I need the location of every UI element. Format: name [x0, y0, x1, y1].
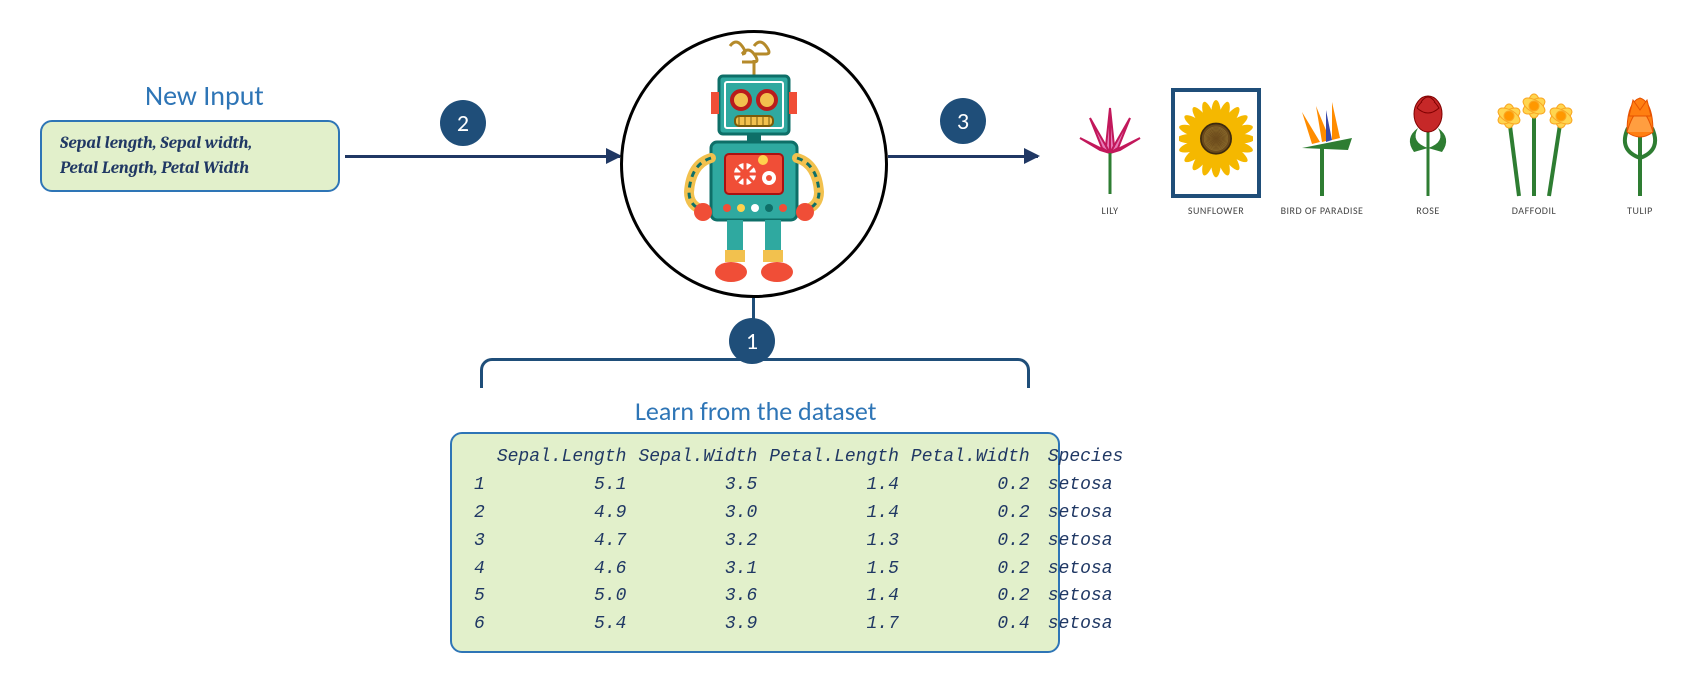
- table-row: 44.63.11.50.2setosa: [468, 556, 1129, 584]
- cell-petal-length: 1.4: [763, 472, 905, 500]
- cell-sepal-length: 4.7: [491, 528, 633, 556]
- learn-title: Learn from the dataset: [0, 395, 1703, 427]
- output-flowers: LILY SUNFLOWER BIRD OF PARADISE ROSE DAFFODI…: [1060, 88, 1690, 217]
- robot-icon: [669, 38, 839, 288]
- cell-petal-width: 0.4: [905, 611, 1036, 639]
- cell-petal-length: 1.7: [763, 611, 905, 639]
- cell-species: setosa: [1036, 556, 1130, 584]
- cell-sepal-length: 4.9: [491, 500, 633, 528]
- dataset-header-row: Sepal.Length Sepal.Width Petal.Length Pe…: [468, 444, 1129, 472]
- cell-species: setosa: [1036, 583, 1130, 611]
- cell-species: setosa: [1036, 611, 1130, 639]
- row-index: 3: [468, 528, 491, 556]
- brace-stem: [752, 298, 755, 320]
- flower-daffodil: DAFFODIL: [1484, 88, 1584, 217]
- col-petal-length: Petal.Length: [763, 444, 905, 472]
- flower-icon: [1489, 88, 1579, 198]
- cell-petal-width: 0.2: [905, 500, 1036, 528]
- cell-species: setosa: [1036, 528, 1130, 556]
- arrow-model-to-output: [888, 155, 1038, 158]
- cell-species: setosa: [1036, 472, 1130, 500]
- cell-species: setosa: [1036, 500, 1130, 528]
- flower-icon: [1171, 88, 1261, 198]
- cell-petal-width: 0.2: [905, 528, 1036, 556]
- cell-sepal-width: 3.2: [632, 528, 763, 556]
- row-index: 5: [468, 583, 491, 611]
- cell-petal-width: 0.2: [905, 472, 1036, 500]
- col-sepal-length: Sepal.Length: [491, 444, 633, 472]
- learn-title-text: Learn from the dataset: [635, 395, 876, 427]
- cell-sepal-width: 3.6: [632, 583, 763, 611]
- cell-sepal-width: 3.5: [632, 472, 763, 500]
- flower-label: DAFFODIL: [1512, 204, 1556, 217]
- row-index: 1: [468, 472, 491, 500]
- table-row: 65.43.91.70.4setosa: [468, 611, 1129, 639]
- cell-petal-width: 0.2: [905, 583, 1036, 611]
- cell-sepal-width: 3.9: [632, 611, 763, 639]
- cell-sepal-width: 3.0: [632, 500, 763, 528]
- flower-label: ROSE: [1416, 204, 1439, 217]
- flower-icon: [1065, 88, 1155, 198]
- cell-petal-length: 1.4: [763, 500, 905, 528]
- table-row: 34.73.21.30.2setosa: [468, 528, 1129, 556]
- dataset-table: Sepal.Length Sepal.Width Petal.Length Pe…: [468, 444, 1129, 639]
- flower-label: SUNFLOWER: [1188, 204, 1244, 217]
- flower-lily: LILY: [1060, 88, 1160, 217]
- table-row: 24.93.01.40.2setosa: [468, 500, 1129, 528]
- input-features-line2: Petal Length, Petal Width: [60, 157, 320, 182]
- cell-sepal-length: 4.6: [491, 556, 633, 584]
- row-index: 2: [468, 500, 491, 528]
- col-petal-width: Petal.Width: [905, 444, 1036, 472]
- flower-label: LILY: [1102, 204, 1119, 217]
- model-circle: [620, 30, 888, 298]
- step-badge-3: 3: [940, 98, 986, 144]
- flower-label: TULIP: [1627, 204, 1653, 217]
- curly-brace: [480, 358, 1030, 388]
- flower-icon: [1383, 88, 1473, 198]
- flower-label: BIRD OF PARADISE: [1281, 204, 1364, 217]
- row-index: 6: [468, 611, 491, 639]
- flower-rose: ROSE: [1378, 88, 1478, 217]
- col-sepal-width: Sepal.Width: [632, 444, 763, 472]
- table-row: 15.13.51.40.2setosa: [468, 472, 1129, 500]
- cell-sepal-width: 3.1: [632, 556, 763, 584]
- flower-tulip: TULIP: [1590, 88, 1690, 217]
- flower-sunflower: SUNFLOWER: [1166, 88, 1266, 217]
- cell-petal-width: 0.2: [905, 556, 1036, 584]
- cell-sepal-length: 5.0: [491, 583, 633, 611]
- cell-petal-length: 1.3: [763, 528, 905, 556]
- table-row: 55.03.61.40.2setosa: [468, 583, 1129, 611]
- new-input-title: New Input: [145, 78, 264, 113]
- cell-sepal-length: 5.4: [491, 611, 633, 639]
- row-index: 4: [468, 556, 491, 584]
- new-input-box: Sepal length, Sepal width, Petal Length,…: [40, 120, 340, 192]
- step-badge-2: 2: [440, 100, 486, 146]
- arrow-input-to-model: [345, 155, 620, 158]
- col-species: Species: [1036, 444, 1130, 472]
- cell-petal-length: 1.4: [763, 583, 905, 611]
- cell-sepal-length: 5.1: [491, 472, 633, 500]
- dataset-panel: Sepal.Length Sepal.Width Petal.Length Pe…: [450, 432, 1060, 653]
- flower-icon: [1595, 88, 1685, 198]
- flower-icon: [1277, 88, 1367, 198]
- input-features-line1: Sepal length, Sepal width,: [60, 132, 320, 157]
- flower-bird-of-paradise: BIRD OF PARADISE: [1272, 88, 1372, 217]
- cell-petal-length: 1.5: [763, 556, 905, 584]
